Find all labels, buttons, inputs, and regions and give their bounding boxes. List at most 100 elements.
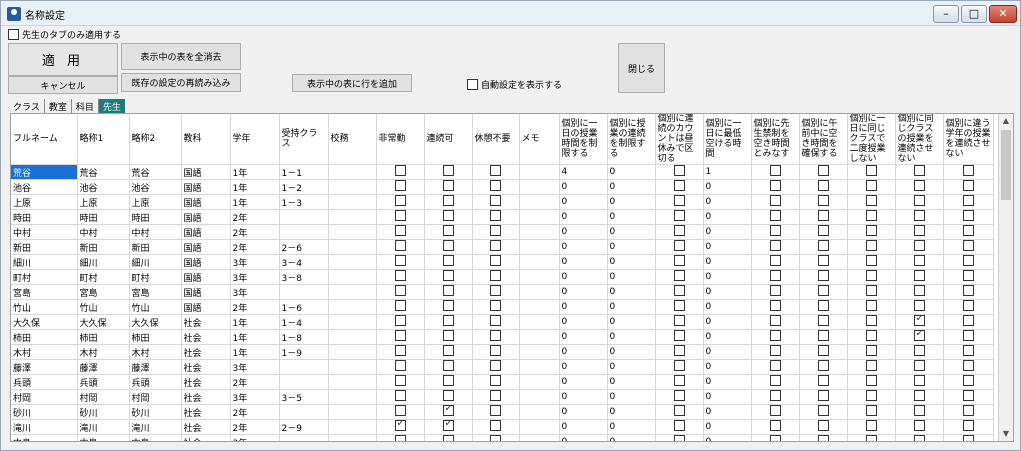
table-cell-checkbox[interactable] <box>424 329 473 345</box>
table-cell[interactable]: 0 <box>703 419 752 435</box>
table-cell[interactable] <box>328 269 377 285</box>
checkbox-icon[interactable] <box>817 375 829 386</box>
table-cell-checkbox[interactable] <box>847 419 896 435</box>
table-cell-checkbox[interactable] <box>751 389 800 405</box>
table-cell[interactable]: 0 <box>607 404 656 420</box>
checkbox-icon[interactable] <box>817 315 829 326</box>
checkbox-icon[interactable] <box>769 420 781 431</box>
table-cell-checkbox[interactable] <box>751 404 800 420</box>
checkbox-icon[interactable] <box>442 330 454 341</box>
table-cell[interactable] <box>328 224 377 240</box>
table-cell[interactable]: 1－6 <box>279 299 329 315</box>
table-cell[interactable]: 0 <box>607 284 656 300</box>
table-cell[interactable]: 木村 <box>129 344 182 360</box>
table-cell-checkbox[interactable] <box>472 314 520 330</box>
table-cell-checkbox[interactable] <box>895 224 944 240</box>
checkbox-icon[interactable] <box>769 405 781 416</box>
column-header[interactable]: 学年 <box>230 114 280 165</box>
checkbox-icon[interactable] <box>913 180 925 191</box>
table-cell[interactable]: 0 <box>703 209 752 225</box>
checkbox-icon[interactable] <box>913 375 925 386</box>
table-cell[interactable] <box>519 254 560 270</box>
table-cell-checkbox[interactable] <box>655 314 704 330</box>
table-cell-checkbox[interactable] <box>751 374 800 390</box>
checkbox-icon[interactable] <box>394 375 406 386</box>
table-cell[interactable]: 0 <box>559 224 608 240</box>
table-cell-checkbox[interactable] <box>424 389 473 405</box>
table-cell[interactable] <box>519 404 560 420</box>
table-cell[interactable]: 国語 <box>181 239 231 255</box>
column-header[interactable]: 個別に同じクラスの授業を連続させない <box>895 114 944 165</box>
table-cell-checkbox[interactable] <box>799 209 848 225</box>
table-cell-checkbox[interactable] <box>655 404 704 420</box>
checkbox-icon[interactable] <box>442 270 454 281</box>
checkbox-icon[interactable] <box>442 420 454 431</box>
table-cell[interactable]: 2年 <box>230 404 280 420</box>
table-cell-checkbox[interactable] <box>895 404 944 420</box>
apply-button[interactable]: 適 用 <box>8 43 118 76</box>
table-cell[interactable]: 0 <box>703 179 752 195</box>
table-cell[interactable]: 中村 <box>129 224 182 240</box>
table-cell[interactable]: 0 <box>607 329 656 345</box>
table-cell-checkbox[interactable] <box>943 389 994 405</box>
table-cell[interactable]: 時田 <box>77 209 130 225</box>
table-cell[interactable] <box>328 179 377 195</box>
table-cell-checkbox[interactable] <box>751 194 800 210</box>
table-cell-checkbox[interactable] <box>943 329 994 345</box>
column-header[interactable]: 教科 <box>181 114 231 165</box>
checkbox-icon[interactable] <box>442 315 454 326</box>
table-cell-checkbox[interactable] <box>376 254 425 270</box>
checkbox-icon[interactable] <box>442 345 454 356</box>
table-cell-checkbox[interactable] <box>847 254 896 270</box>
table-cell[interactable]: 中島 <box>129 434 182 441</box>
checkbox-icon[interactable] <box>673 180 685 191</box>
table-cell-checkbox[interactable] <box>472 389 520 405</box>
table-cell[interactable] <box>519 209 560 225</box>
table-cell-checkbox[interactable] <box>799 269 848 285</box>
table-cell-checkbox[interactable] <box>472 284 520 300</box>
checkbox-icon[interactable] <box>817 405 829 416</box>
table-cell-checkbox[interactable] <box>943 269 994 285</box>
checkbox-icon[interactable] <box>913 420 925 431</box>
table-cell-checkbox[interactable] <box>376 209 425 225</box>
table-cell-checkbox[interactable] <box>895 284 944 300</box>
table-cell-checkbox[interactable] <box>376 269 425 285</box>
table-cell-checkbox[interactable] <box>799 179 848 195</box>
checkbox-icon[interactable] <box>865 360 877 371</box>
checkbox-icon[interactable] <box>865 255 877 266</box>
table-cell-checkbox[interactable] <box>799 239 848 255</box>
checkbox-icon[interactable] <box>817 165 829 176</box>
table-cell-checkbox[interactable] <box>472 434 520 441</box>
table-cell[interactable]: 大久保 <box>77 314 130 330</box>
table-cell[interactable]: 0 <box>607 419 656 435</box>
table-cell-checkbox[interactable] <box>655 344 704 360</box>
table-cell-checkbox[interactable] <box>472 239 520 255</box>
table-cell[interactable]: 0 <box>703 269 752 285</box>
checkbox-icon[interactable] <box>673 405 685 416</box>
column-header[interactable]: 個別に一日の授業時間を制限する <box>559 114 608 165</box>
table-cell-checkbox[interactable] <box>847 269 896 285</box>
scroll-thumb[interactable] <box>1001 130 1011 200</box>
table-cell-checkbox[interactable] <box>472 329 520 345</box>
table-cell[interactable]: 1 <box>703 164 752 180</box>
table-cell-checkbox[interactable] <box>943 179 994 195</box>
table-cell[interactable] <box>328 359 377 375</box>
checkbox-icon[interactable] <box>442 435 454 441</box>
checkbox-icon[interactable] <box>673 375 685 386</box>
table-cell-checkbox[interactable] <box>799 314 848 330</box>
checkbox-icon[interactable] <box>673 435 685 441</box>
table-cell[interactable]: 3年 <box>230 269 280 285</box>
checkbox-icon[interactable] <box>394 180 406 191</box>
table-cell-checkbox[interactable] <box>943 404 994 420</box>
table-cell[interactable]: 滝川 <box>129 419 182 435</box>
table-cell[interactable]: 砂川 <box>11 404 78 420</box>
cancel-button[interactable]: キャンセル <box>8 76 118 94</box>
table-cell[interactable]: 国語 <box>181 194 231 210</box>
table-cell-checkbox[interactable] <box>376 434 425 441</box>
checkbox-icon[interactable] <box>913 330 925 341</box>
checkbox-icon[interactable] <box>394 405 406 416</box>
checkbox-icon[interactable] <box>865 420 877 431</box>
table-cell[interactable]: 上原 <box>129 194 182 210</box>
table-cell-checkbox[interactable] <box>655 224 704 240</box>
checkbox-icon[interactable] <box>394 390 406 401</box>
